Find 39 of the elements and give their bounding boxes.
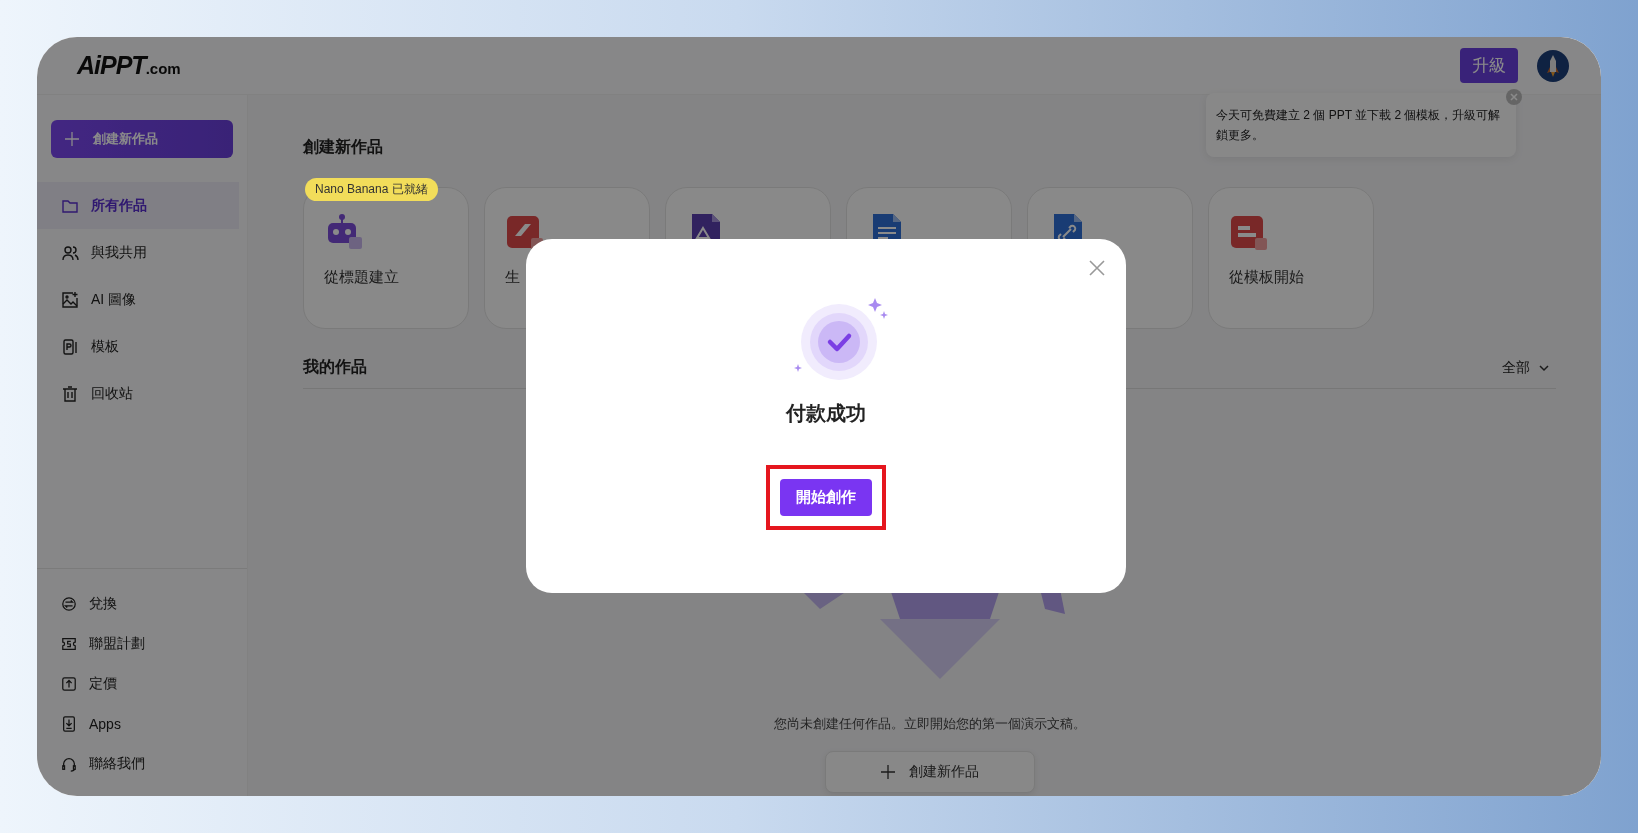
image-icon: [61, 290, 79, 309]
close-icon[interactable]: [1506, 89, 1522, 105]
start-creating-button[interactable]: 開始創作: [780, 479, 872, 516]
create-new-button[interactable]: 創建新作品: [51, 120, 233, 158]
headset-icon: [61, 756, 77, 772]
plus-icon: [65, 132, 79, 146]
close-icon[interactable]: [1088, 259, 1106, 277]
card-label: 從標題建立: [324, 268, 400, 287]
dialog-title: 付款成功: [786, 401, 866, 426]
create-option-card[interactable]: 從模板開始: [1208, 187, 1374, 329]
sidebar-item[interactable]: 模板: [37, 323, 247, 370]
sidebar-item[interactable]: 聯盟計劃: [37, 624, 247, 664]
section-title: 創建新作品: [303, 137, 383, 157]
sidebar-item[interactable]: AI 圖像: [37, 276, 247, 323]
card-label: 生: [505, 268, 521, 287]
sidebar-item[interactable]: 定價: [37, 664, 247, 704]
card-label: 從模板開始: [1229, 268, 1305, 287]
people-icon: [61, 243, 79, 262]
sidebar-item[interactable]: 聯絡我們: [37, 744, 247, 784]
filter-dropdown[interactable]: 全部: [1496, 357, 1556, 378]
exchange-icon: [61, 596, 77, 612]
upload-icon: [61, 676, 77, 692]
sidebar-item[interactable]: 兌換: [37, 584, 247, 624]
plus-icon: [880, 765, 895, 779]
tooltip-text: 今天可免費建立 2 個 PPT 並下載 2 個模板，升級可解鎖更多。: [1216, 108, 1501, 142]
upgrade-button[interactable]: 升級: [1460, 48, 1518, 83]
avatar-icon[interactable]: [1537, 49, 1569, 82]
status-badge: Nano Banana 已就緒: [305, 178, 438, 201]
sidebar-item[interactable]: 所有作品: [37, 182, 239, 229]
sidebar-item[interactable]: Apps: [37, 704, 247, 744]
sidebar-item[interactable]: 與我共用: [37, 229, 247, 276]
download-icon: [61, 716, 77, 732]
trash-icon: [61, 384, 79, 403]
sidebar-item[interactable]: 回收站: [37, 370, 247, 417]
create-new-button[interactable]: 創建新作品: [824, 751, 1035, 793]
logo: AiPPT.com: [77, 51, 181, 80]
template-icon: [61, 337, 79, 356]
section-title: 我的作品: [303, 357, 367, 377]
ticket-icon: [61, 636, 77, 652]
